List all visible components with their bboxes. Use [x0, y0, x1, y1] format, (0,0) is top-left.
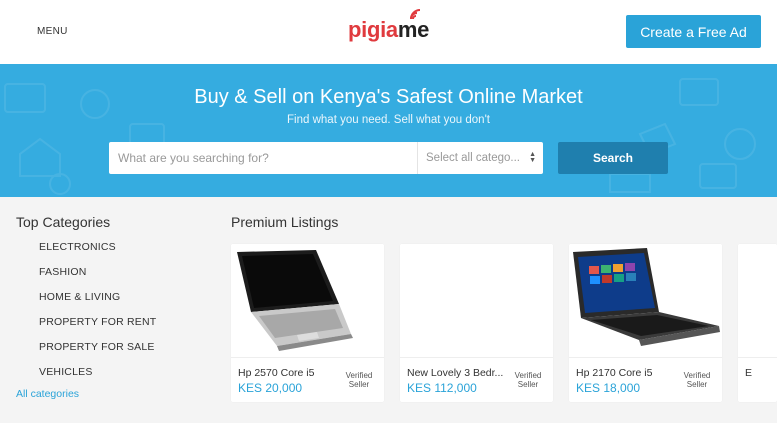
laptop-image-icon: [237, 250, 353, 351]
listing-title: Hp 2570 Core i5: [238, 367, 315, 379]
hero-background-pattern: [4, 78, 756, 195]
listing-title: E: [745, 367, 753, 379]
listing-image: [400, 244, 553, 358]
verified-seller-badge: Verified Seller: [345, 371, 373, 389]
select-arrows-icon: ▲ ▼: [529, 151, 536, 164]
category-select-value: Select all catego...: [426, 152, 520, 164]
search-input[interactable]: [109, 142, 417, 174]
hero-banner: Buy & Sell on Kenya's Safest Online Mark…: [0, 64, 777, 197]
listing-image: [569, 244, 722, 358]
listing-image: [231, 244, 384, 358]
category-item-fashion[interactable]: FASHION: [39, 266, 156, 291]
menu-button[interactable]: MENU: [37, 26, 68, 37]
listing-title: New Lovely 3 Bedr...: [407, 367, 504, 379]
listing-price: KES 18,000: [576, 381, 641, 395]
listing-card[interactable]: New Lovely 3 Bedr... KES 112,000 Verifie…: [400, 244, 553, 402]
listing-card[interactable]: E: [738, 244, 777, 402]
logo-text-red: pigia: [348, 17, 398, 42]
top-categories-heading: Top Categories: [16, 214, 111, 230]
create-free-ad-button[interactable]: Create a Free Ad: [626, 15, 761, 48]
listing-card[interactable]: Hp 2570 Core i5 KES 20,000 Verified Sell…: [231, 244, 384, 402]
listing-image: [738, 244, 777, 358]
listing-title: Hp 2170 Core i5: [576, 367, 653, 379]
verified-seller-badge: Verified Seller: [514, 371, 542, 389]
verified-seller-badge: Verified Seller: [683, 371, 711, 389]
pigiame-logo[interactable]: pigiame: [348, 9, 429, 43]
site-header: MENU pigiame Create a Free Ad: [0, 0, 777, 64]
wifi-signal-icon: [410, 9, 421, 20]
category-item-electronics[interactable]: ELECTRONICS: [39, 241, 156, 266]
premium-listings-heading: Premium Listings: [231, 214, 339, 230]
search-button[interactable]: Search: [558, 142, 668, 174]
hero-title: Buy & Sell on Kenya's Safest Online Mark…: [194, 86, 583, 108]
listing-price: KES 112,000: [407, 381, 477, 395]
category-item-property-sale[interactable]: PROPERTY FOR SALE: [39, 341, 156, 366]
category-list: ELECTRONICS FASHION HOME & LIVING PROPER…: [39, 241, 156, 391]
hero-subtitle: Find what you need. Sell what you don't: [287, 114, 490, 126]
listing-price: KES 20,000: [238, 381, 303, 395]
category-item-home-living[interactable]: HOME & LIVING: [39, 291, 156, 316]
all-categories-link[interactable]: All categories: [16, 388, 79, 400]
listing-card[interactable]: Hp 2170 Core i5 KES 18,000 Verified Sell…: [569, 244, 722, 402]
category-select[interactable]: Select all catego... ▲ ▼: [417, 142, 543, 174]
laptop-windows-image-icon: [573, 248, 720, 346]
category-item-property-rent[interactable]: PROPERTY FOR RENT: [39, 316, 156, 341]
